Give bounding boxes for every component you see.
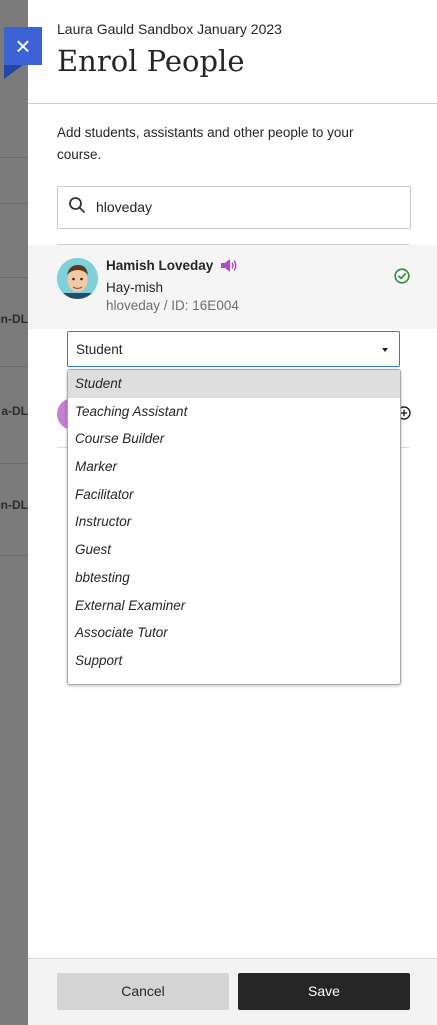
role-option-facilitator[interactable]: Facilitator <box>68 481 400 509</box>
background-divider <box>0 203 28 204</box>
name-pronunciation: Hay-mish <box>106 280 164 295</box>
search-icon <box>69 197 85 213</box>
role-option-bbtesting[interactable]: bbtesting <box>68 564 400 592</box>
background-row-text: son-DL <box>0 312 28 326</box>
role-option-instructor[interactable]: Instructor <box>68 508 400 536</box>
role-dropdown-list: Student Teaching Assistant Course Builde… <box>67 369 401 685</box>
background-row-text: a-DL <box>1 404 28 418</box>
search-field[interactable]: hloveday <box>57 186 411 229</box>
user-id: hloveday / ID: 16E004 <box>106 298 239 313</box>
avatar <box>57 258 98 299</box>
role-option-course-builder[interactable]: Course Builder <box>68 425 400 453</box>
role-option-external-examiner[interactable]: External Examiner <box>68 592 400 620</box>
panel-header: Laura Gauld Sandbox January 2023 Enrol P… <box>28 0 437 104</box>
role-option-guest[interactable]: Guest <box>68 536 400 564</box>
background-divider <box>0 157 28 158</box>
background-row-text: son-DL <box>0 498 28 512</box>
course-name: Laura Gauld Sandbox January 2023 <box>57 21 282 37</box>
background-divider <box>0 463 28 464</box>
search-input[interactable]: hloveday <box>96 199 152 215</box>
role-option-marker[interactable]: Marker <box>68 453 400 481</box>
background-divider <box>0 277 28 278</box>
close-button-flag <box>4 65 42 79</box>
save-button[interactable]: Save <box>238 973 410 1010</box>
speaker-icon[interactable] <box>220 258 238 273</box>
role-option-student[interactable]: Student <box>68 370 400 398</box>
background-divider <box>0 366 28 367</box>
role-option-teaching-assistant[interactable]: Teaching Assistant <box>68 398 400 426</box>
background-divider <box>0 555 28 556</box>
cancel-button[interactable]: Cancel <box>57 973 229 1010</box>
check-circle-icon <box>394 268 410 284</box>
panel-footer: Cancel Save <box>28 958 437 1025</box>
chevron-down-icon <box>382 348 388 352</box>
page-title: Enrol People <box>57 44 245 78</box>
role-option-support[interactable]: Support <box>68 647 400 675</box>
role-option-associate-tutor[interactable]: Associate Tutor <box>68 619 400 647</box>
intro-text: Add students, assistants and other peopl… <box>57 125 354 162</box>
role-select[interactable]: Student <box>67 331 400 367</box>
person-name: Hamish Loveday <box>106 258 214 273</box>
background-page: son-DL a-DL son-DL <box>0 0 28 1024</box>
enrol-people-panel: Laura Gauld Sandbox January 2023 Enrol P… <box>28 0 437 1025</box>
search-result-item[interactable]: Hamish Loveday Hay-mish hloveday / ID: 1… <box>28 245 437 329</box>
close-icon: × <box>15 31 31 61</box>
close-panel-button[interactable]: × <box>4 27 42 65</box>
role-select-value: Student <box>76 342 123 357</box>
